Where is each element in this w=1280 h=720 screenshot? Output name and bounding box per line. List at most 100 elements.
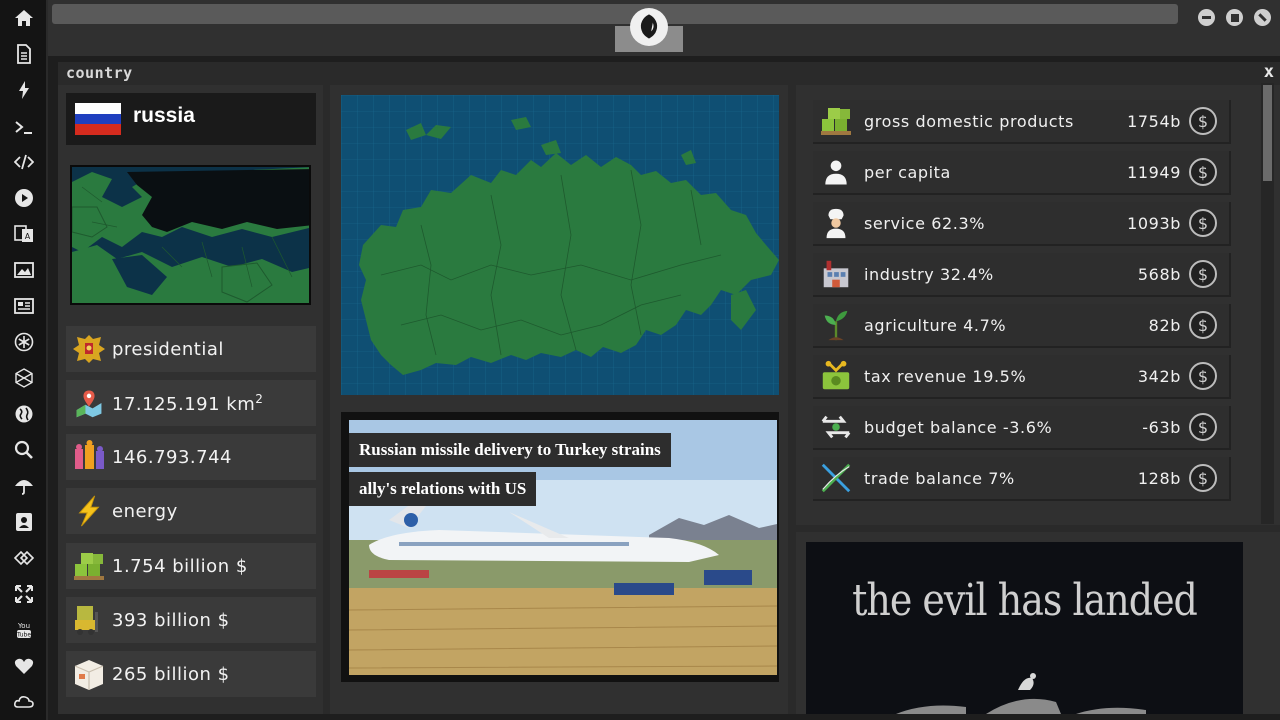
news-headline-line1: Russian missile delivery to Turkey strai… xyxy=(349,433,671,467)
home-icon[interactable] xyxy=(12,6,36,30)
document-icon[interactable] xyxy=(12,42,36,66)
terminal-icon[interactable] xyxy=(12,115,36,139)
economy-row-agriculture: agriculture 4.7% 82b $ xyxy=(813,304,1231,348)
economy-row-per-capita: per capita 11949 $ xyxy=(813,151,1231,195)
energy-bolt-icon xyxy=(66,488,112,534)
economy-value: 568b xyxy=(1137,264,1181,284)
news-headline-line2: ally's relations with US xyxy=(349,472,537,506)
svg-text:Tube: Tube xyxy=(16,632,31,639)
umbrella-icon[interactable] xyxy=(12,474,36,498)
country-window: country x russia presidential 17.125.191… xyxy=(58,62,1280,714)
russia-flag-icon xyxy=(75,103,121,135)
dollar-coin-icon[interactable]: $ xyxy=(1189,107,1217,135)
trade-cross-icon xyxy=(815,458,857,498)
dollar-coin-icon[interactable]: $ xyxy=(1189,209,1217,237)
country-location-map[interactable] xyxy=(70,165,311,305)
ad-artwork xyxy=(896,673,1146,714)
dollar-coin-icon[interactable]: $ xyxy=(1189,311,1217,339)
svg-text:A: A xyxy=(25,232,31,241)
imports-value: 265 billion $ xyxy=(112,663,230,685)
economy-row-trade-balance: trade balance 7% 128b $ xyxy=(813,457,1231,501)
scrollbar-thumb[interactable] xyxy=(1263,85,1272,181)
search-icon[interactable] xyxy=(12,438,36,462)
expand-icon[interactable] xyxy=(12,582,36,606)
ad-banner[interactable]: the evil has landed xyxy=(806,542,1243,714)
economy-row-gdp: gross domestic products 1754b $ xyxy=(813,100,1231,144)
exports-value: 393 billion $ xyxy=(112,609,230,631)
tag-icon[interactable] xyxy=(12,546,36,570)
stat-row-area: 17.125.191 km2 xyxy=(66,380,316,426)
forklift-icon xyxy=(66,597,112,643)
economy-label: service 62.3% xyxy=(864,213,986,233)
economy-value: 1754b xyxy=(1127,111,1181,131)
factory-icon xyxy=(815,254,857,294)
economy-label: agriculture 4.7% xyxy=(864,315,1007,335)
balance-arrows-icon xyxy=(815,407,857,447)
stat-row-imports: 265 billion $ xyxy=(66,651,316,697)
youtube-icon[interactable]: You Tube xyxy=(12,618,36,642)
dollar-coin-icon[interactable]: $ xyxy=(1189,362,1217,390)
stat-row-population: 146.793.744 xyxy=(66,434,316,480)
stat-row-government: presidential xyxy=(66,326,316,372)
energy-label: energy xyxy=(112,500,178,522)
code-icon[interactable] xyxy=(12,150,36,174)
title-bar xyxy=(48,0,1280,56)
play-icon[interactable] xyxy=(12,186,36,210)
area-value: 17.125.191 km2 xyxy=(112,391,264,415)
economy-scrollbar[interactable] xyxy=(1261,83,1274,524)
maximize-button[interactable] xyxy=(1226,9,1243,26)
close-button[interactable]: x xyxy=(1264,62,1274,82)
economy-value: 128b xyxy=(1137,468,1181,488)
map-pin-icon xyxy=(66,380,112,426)
dollar-coin-icon[interactable]: $ xyxy=(1189,413,1217,441)
chef-icon xyxy=(815,203,857,243)
dollar-coin-icon[interactable]: $ xyxy=(1189,464,1217,492)
translate-icon[interactable]: A xyxy=(12,222,36,246)
lightning-icon[interactable] xyxy=(12,78,36,102)
economy-label: per capita xyxy=(864,162,951,182)
window-title: country xyxy=(66,64,133,82)
dollar-coin-icon[interactable]: $ xyxy=(1189,158,1217,186)
economy-value: 1093b xyxy=(1127,213,1181,233)
country-map[interactable] xyxy=(341,95,779,395)
minimize-button[interactable] xyxy=(1198,9,1215,26)
svg-text:You: You xyxy=(17,622,30,630)
cloud-icon[interactable] xyxy=(12,690,36,714)
economy-label: budget balance -3.6% xyxy=(864,417,1053,437)
money-pallet-icon xyxy=(815,101,857,141)
economy-value: 11949 xyxy=(1127,162,1181,182)
hexagon-icon[interactable] xyxy=(12,366,36,390)
person-icon xyxy=(815,152,857,192)
tax-money-icon xyxy=(815,356,857,396)
economy-label: tax revenue 19.5% xyxy=(864,366,1027,386)
stat-row-exports: 393 billion $ xyxy=(66,597,316,643)
cardboard-box-icon xyxy=(66,651,112,697)
sidebar: A You Tube xyxy=(0,0,48,720)
people-icon xyxy=(66,434,112,480)
image-icon[interactable] xyxy=(12,258,36,282)
economy-row-budget-balance: budget balance -3.6% -63b $ xyxy=(813,406,1231,450)
news-card[interactable]: Russian missile delivery to Turkey strai… xyxy=(341,412,779,682)
economy-row-tax-revenue: tax revenue 19.5% 342b $ xyxy=(813,355,1231,399)
asterisk-icon[interactable] xyxy=(12,330,36,354)
economy-value: 82b xyxy=(1148,315,1181,335)
coat-of-arms-icon xyxy=(66,326,112,372)
contact-icon[interactable] xyxy=(12,510,36,534)
globe-icon[interactable] xyxy=(12,402,36,426)
population-value: 146.793.744 xyxy=(112,446,233,468)
country-header: russia xyxy=(66,93,316,145)
dollar-coin-icon[interactable]: $ xyxy=(1189,260,1217,288)
close-window-button[interactable] xyxy=(1254,9,1271,26)
plant-icon xyxy=(815,305,857,345)
economy-row-service: service 62.3% 1093b $ xyxy=(813,202,1231,246)
newspaper-icon[interactable] xyxy=(12,294,36,318)
economy-value: -63b xyxy=(1142,417,1181,437)
government-type: presidential xyxy=(112,338,224,360)
gdp-value: 1.754 billion $ xyxy=(112,555,248,577)
address-bar[interactable] xyxy=(52,4,1178,24)
heart-icon[interactable] xyxy=(12,654,36,678)
economy-row-industry: industry 32.4% 568b $ xyxy=(813,253,1231,297)
country-name: russia xyxy=(133,104,195,127)
economy-label: trade balance 7% xyxy=(864,468,1015,488)
rebel-alliance-logo-icon[interactable] xyxy=(630,8,668,46)
